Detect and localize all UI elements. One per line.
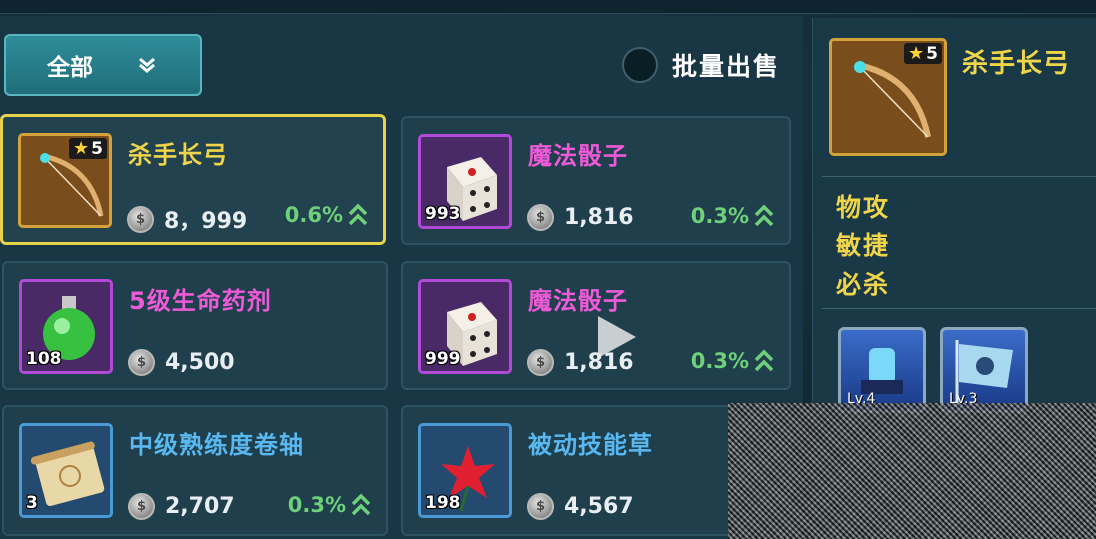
blurred-watermark	[728, 403, 1096, 539]
price-value: 4,567	[564, 494, 634, 519]
item-price: $8，999	[127, 203, 247, 235]
item-price: $4,567	[527, 493, 634, 520]
price-rate: 0.6%	[285, 203, 369, 227]
price-value: 2,707	[165, 494, 235, 519]
rate-value: 0.3%	[690, 204, 749, 228]
bulk-sell-toggle[interactable]: 批量出售	[622, 47, 780, 83]
double-up-arrow-icon	[348, 203, 368, 226]
item-quantity: 3	[26, 493, 38, 513]
item-slot: 198	[418, 423, 512, 518]
detail-item-slot: ★ 5	[829, 38, 947, 156]
item-card[interactable]: 993 魔法骰子 $1,816 0.3%	[401, 116, 791, 245]
double-up-arrow-icon	[754, 349, 774, 372]
item-quantity: 108	[26, 349, 62, 369]
top-bar	[0, 0, 1096, 14]
bulk-sell-radio[interactable]	[622, 47, 658, 83]
item-card[interactable]: 108 5级生命药剂 $4,500	[2, 261, 388, 390]
silver-coin-icon: $	[128, 349, 155, 376]
skill-slot[interactable]: Lv.4	[838, 327, 926, 413]
silver-coin-icon: $	[527, 204, 554, 231]
stat-label: 敏捷	[836, 231, 891, 260]
price-rate: 0.3%	[691, 349, 775, 373]
chevron-down-icon	[135, 53, 159, 77]
stat-label: 物攻	[836, 193, 891, 222]
item-price: $2,707	[128, 493, 235, 520]
play-icon[interactable]	[594, 312, 640, 362]
price-value: 1,816	[564, 205, 634, 230]
item-name: 魔法骰子	[528, 287, 628, 315]
item-slot: 993	[418, 134, 512, 229]
item-slot: 3	[19, 423, 113, 518]
star-icon: ★	[73, 138, 90, 159]
item-quantity: 993	[425, 204, 461, 224]
star-count: 5	[91, 138, 103, 159]
star-rating-badge: ★ 5	[904, 43, 942, 64]
double-up-arrow-icon	[351, 493, 371, 516]
item-slot: 999	[418, 279, 512, 374]
price-value: 8，999	[164, 209, 248, 234]
rate-value: 0.3%	[690, 349, 749, 373]
price-rate: 0.3%	[288, 493, 372, 517]
item-name: 5级生命药剂	[129, 287, 272, 315]
detail-item-name: 杀手长弓	[962, 49, 1071, 79]
star-icon: ★	[908, 43, 925, 64]
item-card[interactable]: ★ 5 杀手长弓 $8，999 0.6%	[0, 114, 386, 245]
silver-coin-icon: $	[127, 205, 154, 233]
game-screen: 全部 批量出售 ★ 5 杀手长弓 $8，999 0.6% 993 魔法骰子 $ …	[0, 0, 1096, 539]
item-name: 魔法骰子	[528, 142, 628, 170]
price-value: 4,500	[165, 350, 235, 375]
silver-coin-icon: $	[527, 349, 554, 376]
item-price: $1,816	[527, 204, 634, 231]
item-name: 被动技能草	[528, 431, 653, 459]
stat-label: 必杀	[836, 270, 891, 299]
item-quantity: 198	[425, 493, 461, 513]
star-rating-badge: ★ 5	[69, 138, 107, 159]
item-slot: ★ 5	[18, 133, 112, 228]
skill-slot[interactable]: Lv.3	[940, 327, 1028, 413]
item-name: 中级熟练度卷轴	[129, 431, 304, 459]
item-slot: 108	[19, 279, 113, 374]
filter-dropdown[interactable]: 全部	[4, 34, 202, 96]
rate-value: 0.6%	[284, 203, 343, 227]
bulk-sell-label: 批量出售	[672, 52, 781, 81]
item-quantity: 999	[425, 349, 461, 369]
silver-coin-icon: $	[128, 493, 155, 520]
item-price: $4,500	[128, 349, 235, 376]
divider	[822, 308, 1096, 309]
item-card[interactable]: 3 中级熟练度卷轴 $2,707 0.3%	[2, 405, 388, 536]
rate-value: 0.3%	[287, 493, 346, 517]
filter-label: 全部	[47, 55, 93, 81]
double-up-arrow-icon	[754, 204, 774, 227]
item-name: 杀手长弓	[128, 141, 228, 169]
divider	[822, 176, 1096, 177]
star-count: 5	[926, 43, 938, 64]
silver-coin-icon: $	[527, 493, 554, 520]
price-rate: 0.3%	[691, 204, 775, 228]
